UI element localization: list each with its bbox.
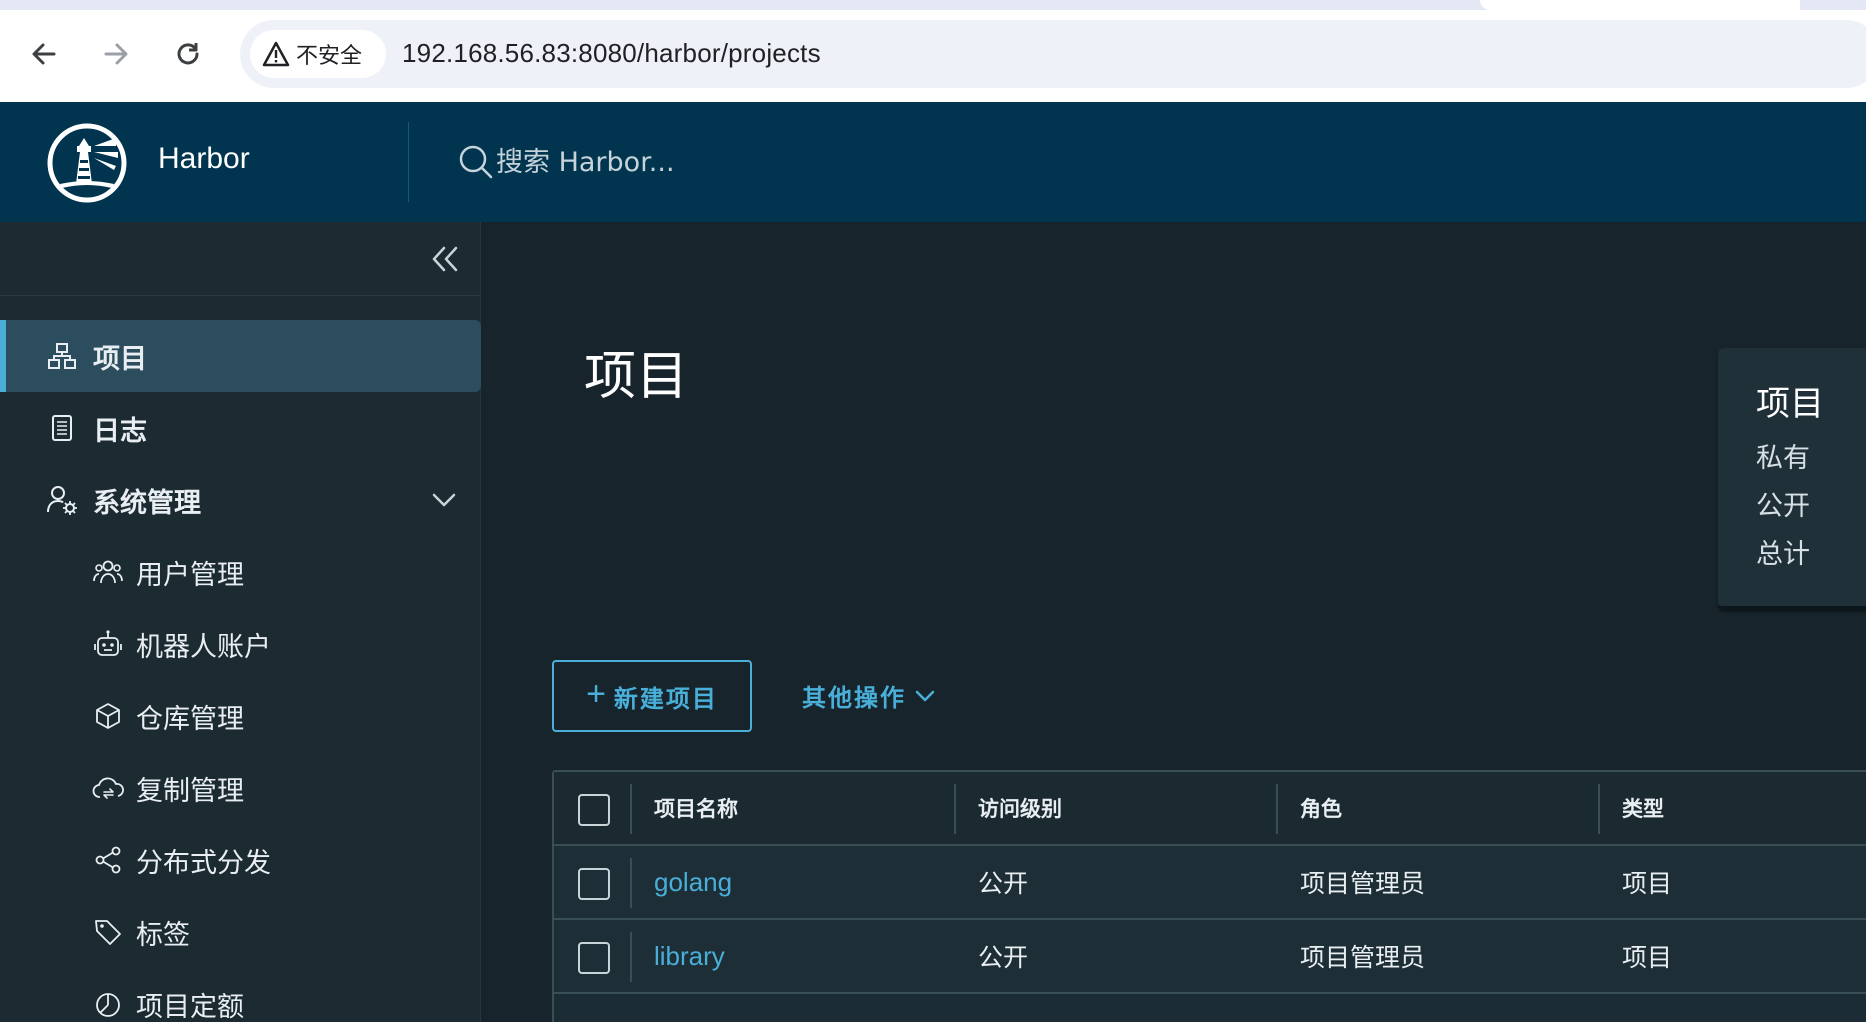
chevron-down-icon[interactable] xyxy=(428,484,460,516)
sidebar-item-logs[interactable]: 日志 xyxy=(0,392,481,464)
type-cell: 项目 xyxy=(1622,869,1673,898)
plus-icon: + xyxy=(586,675,606,713)
app-header: Harbor xyxy=(0,102,1866,222)
browser-chrome: 不安全 192.168.56.83:8080/harbor/projects xyxy=(0,0,1866,102)
projects-icon xyxy=(46,340,78,372)
tag-icon xyxy=(92,916,124,948)
access-level-cell: 公开 xyxy=(978,869,1029,898)
table-row: golang 公开 项目管理员 项目 xyxy=(554,846,1866,920)
reload-button[interactable] xyxy=(168,34,208,74)
header-divider xyxy=(408,122,409,202)
sidebar-item-label: 项目 xyxy=(93,343,147,375)
table-row: library 公开 项目管理员 项目 xyxy=(554,920,1866,994)
project-summary-card: 项目 私有 公开 总计 xyxy=(1718,348,1866,610)
sidebar-collapse-bar xyxy=(0,222,481,296)
page-title: 项目 xyxy=(584,347,689,407)
role-cell: 项目管理员 xyxy=(1300,943,1426,972)
harbor-logo-icon[interactable] xyxy=(46,122,128,204)
box-icon xyxy=(92,700,124,732)
share-icon xyxy=(92,844,124,876)
brand-name[interactable]: Harbor xyxy=(158,142,250,176)
back-button[interactable] xyxy=(24,34,64,74)
other-actions-dropdown[interactable]: 其他操作 xyxy=(802,678,936,713)
search-icon xyxy=(459,145,493,179)
main-content: 项目 项目 私有 公开 总计 + 新建项目 其他操作 项目名称 访问级别 角色 … xyxy=(482,222,1866,1022)
forward-button[interactable] xyxy=(96,34,136,74)
sidebar-item-distributions[interactable]: 分布式分发 xyxy=(0,824,481,896)
sidebar-item-project-quotas[interactable]: 项目定额 xyxy=(0,968,481,1022)
projects-table: 项目名称 访问级别 角色 类型 golang 公开 项目管理员 项目 libra… xyxy=(552,770,1866,1022)
summary-total-label: 总计 xyxy=(1756,539,1810,570)
sidebar: 项目 日志 系统管理 用户管理 机器人账户 仓库管理 复制管理 分布式分发 标签… xyxy=(0,222,481,1022)
sidebar-item-label: 项目定额 xyxy=(136,991,244,1022)
search-input[interactable] xyxy=(496,140,996,184)
column-header-access[interactable]: 访问级别 xyxy=(978,772,1062,844)
collapse-chevrons-icon[interactable] xyxy=(428,242,462,276)
role-cell: 项目管理员 xyxy=(1300,869,1426,898)
summary-title: 项目 xyxy=(1756,384,1824,424)
sidebar-item-replications[interactable]: 复制管理 xyxy=(0,752,481,824)
warning-icon xyxy=(262,41,290,67)
table-header-row: 项目名称 访问级别 角色 类型 xyxy=(554,772,1866,846)
column-header-name[interactable]: 项目名称 xyxy=(654,772,738,844)
sidebar-item-label: 复制管理 xyxy=(136,775,244,807)
select-all-checkbox[interactable] xyxy=(578,794,610,826)
new-project-button[interactable]: + 新建项目 xyxy=(552,660,752,732)
reload-icon xyxy=(177,43,199,65)
project-name-link[interactable]: library xyxy=(654,920,725,992)
logs-icon xyxy=(46,412,78,444)
summary-public-label: 公开 xyxy=(1756,491,1810,522)
cloud-sync-icon xyxy=(92,772,124,804)
row-checkbox[interactable] xyxy=(578,942,610,974)
sidebar-item-label: 标签 xyxy=(136,919,190,951)
security-indicator[interactable]: 不安全 xyxy=(250,30,386,78)
sidebar-item-users[interactable]: 用户管理 xyxy=(0,536,481,608)
arrow-right-icon xyxy=(104,43,128,65)
sidebar-item-label: 日志 xyxy=(93,415,147,447)
sidebar-item-label: 系统管理 xyxy=(93,487,201,519)
sidebar-item-system-admin[interactable]: 系统管理 xyxy=(0,464,481,536)
robot-icon xyxy=(92,628,124,660)
security-label: 不安全 xyxy=(296,44,363,69)
column-header-role[interactable]: 角色 xyxy=(1300,772,1342,844)
column-header-type[interactable]: 类型 xyxy=(1622,772,1664,844)
arrow-left-icon xyxy=(32,43,56,65)
sidebar-item-label: 用户管理 xyxy=(136,559,244,591)
sidebar-item-labels[interactable]: 标签 xyxy=(0,896,481,968)
type-cell: 项目 xyxy=(1622,943,1673,972)
sidebar-item-robot-accounts[interactable]: 机器人账户 xyxy=(0,608,481,680)
project-name-link[interactable]: golang xyxy=(654,846,732,918)
row-checkbox[interactable] xyxy=(578,868,610,900)
access-level-cell: 公开 xyxy=(978,943,1029,972)
pie-chart-icon xyxy=(92,988,124,1020)
new-project-label: 新建项目 xyxy=(613,684,718,713)
summary-private-label: 私有 xyxy=(1756,443,1810,474)
sidebar-item-registries[interactable]: 仓库管理 xyxy=(0,680,481,752)
sidebar-item-projects[interactable]: 项目 xyxy=(0,320,481,392)
sidebar-item-label: 仓库管理 xyxy=(136,703,244,735)
address-bar[interactable]: 不安全 192.168.56.83:8080/harbor/projects xyxy=(240,20,1866,88)
chevron-down-icon xyxy=(915,690,935,701)
sidebar-item-label: 分布式分发 xyxy=(136,847,271,879)
other-actions-label: 其他操作 xyxy=(802,684,906,712)
sidebar-item-label: 机器人账户 xyxy=(136,631,271,663)
users-icon xyxy=(92,556,124,588)
tab-strip xyxy=(0,0,1866,10)
user-gear-icon xyxy=(46,484,78,516)
url-text[interactable]: 192.168.56.83:8080/harbor/projects xyxy=(402,38,821,69)
